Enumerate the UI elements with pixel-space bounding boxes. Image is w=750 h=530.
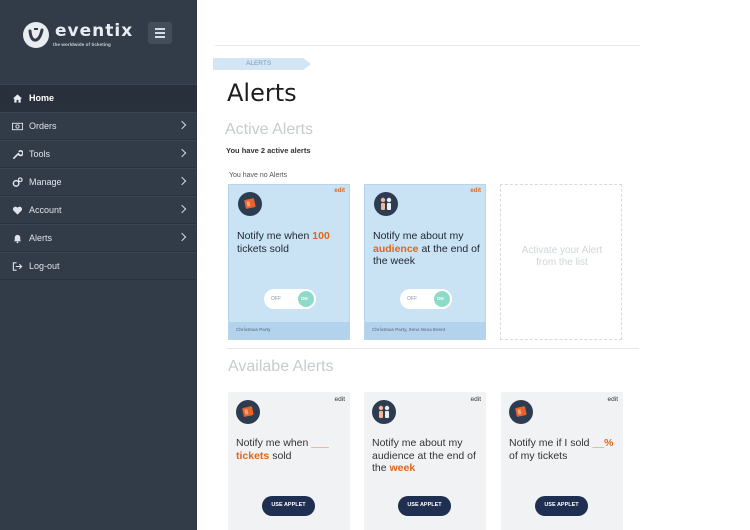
use-applet-button[interactable]: USE APPLET [398,496,451,516]
edit-link[interactable]: edit [335,396,345,403]
alert-message: Notify me when 100 tickets sold [237,230,330,255]
available-alerts-title: Availabe Alerts [228,358,334,375]
use-applet-button[interactable]: USE APPLET [535,496,588,516]
logout-icon [12,262,23,271]
wrench-icon [13,150,23,159]
section-divider [227,348,639,349]
sidebar-item-manage[interactable]: Manage [0,168,197,196]
money-icon [12,122,23,131]
bell-icon [13,234,22,244]
sidebar-item-alerts[interactable]: Alerts [0,224,197,252]
chevron-right-icon [177,232,187,242]
sidebar-item-home[interactable]: Home [0,84,197,112]
available-alert-card: edit Notify me about my audience at the … [364,392,486,530]
ticket-icon [236,400,260,424]
sidebar-item-label: Account [29,205,62,215]
sidebar-item-tools[interactable]: Tools [0,140,197,168]
empty-alert-slot: Activate your Alert from the list [500,184,622,340]
people-icon [374,192,398,216]
sidebar: eventix the worldwide of ticketing Home … [0,0,197,530]
sidebar-item-label: Tools [29,149,51,159]
edit-link[interactable]: edit [470,188,481,194]
chevron-right-icon [177,176,187,186]
alert-message: Notify me about my audience at the end o… [372,437,476,474]
chevron-right-icon [177,148,187,158]
breadcrumb-label: ALERTS [246,60,272,67]
toggle-off-label: OFF [407,296,417,302]
sidebar-item-label: Orders [29,121,57,131]
chevron-right-icon [177,204,187,214]
alert-message: Notify me about my audience at the end o… [373,230,480,267]
active-alert-card: edit Notify me when 100 tickets sold OFF… [228,184,350,340]
home-icon [12,94,23,103]
toggle-off-label: OFF [271,296,281,302]
alert-card-footer: Christmas Party [229,322,349,339]
sidebar-item-label: Alerts [29,233,53,243]
edit-link[interactable]: edit [334,188,345,194]
breadcrumb[interactable]: ALERTS [213,58,311,70]
chevron-right-icon [177,120,187,130]
available-alert-card: edit Notify me if I sold __% of my ticke… [501,392,623,530]
toggle-knob: ON [434,291,450,307]
ticket-icon [509,400,533,424]
alert-message: Notify me when ___ tickets sold [236,437,329,462]
available-alert-card: edit Notify me when ___ tickets sold USE… [228,392,350,530]
menu-toggle-button[interactable] [148,22,172,44]
alert-card-footer: Christmas Party, Sens Nova Event [365,322,485,339]
active-alerts-count: You have 2 active alerts [226,146,311,155]
gears-icon [12,177,23,187]
edit-link[interactable]: edit [608,396,618,403]
alert-toggle[interactable]: OFF ON [400,289,452,309]
sidebar-item-account[interactable]: Account [0,196,197,224]
no-alerts-text: You have no Alerts [229,172,288,179]
toggle-knob: ON [298,291,314,307]
sidebar-item-label: Home [29,93,55,103]
sidebar-item-logout[interactable]: Log-out [0,252,197,280]
alert-message: Notify me if I sold __% of my tickets [509,437,614,462]
heart-icon [12,206,23,215]
sidebar-item-label: Manage [29,177,62,187]
header-divider [215,45,640,46]
active-alerts-title: Active Alerts [225,121,314,138]
sidebar-nav: Home Orders Tools Manage Account Alerts [0,84,197,280]
active-alert-card: edit Notify me about my audience at the … [364,184,486,340]
alert-toggle[interactable]: OFF ON [264,289,316,309]
eventix-logo-icon [23,22,49,48]
sidebar-item-label: Log-out [29,261,60,271]
page-title: Alerts [227,79,297,107]
use-applet-button[interactable]: USE APPLET [262,496,315,516]
edit-link[interactable]: edit [471,396,481,403]
people-icon [372,400,396,424]
logo-text: eventix [55,21,134,41]
ticket-icon [238,192,262,216]
logo-tagline: the worldwide of ticketing [53,42,111,47]
sidebar-item-orders[interactable]: Orders [0,112,197,140]
main-content: ALERTS Alerts Active Alerts You have 2 a… [197,0,750,530]
